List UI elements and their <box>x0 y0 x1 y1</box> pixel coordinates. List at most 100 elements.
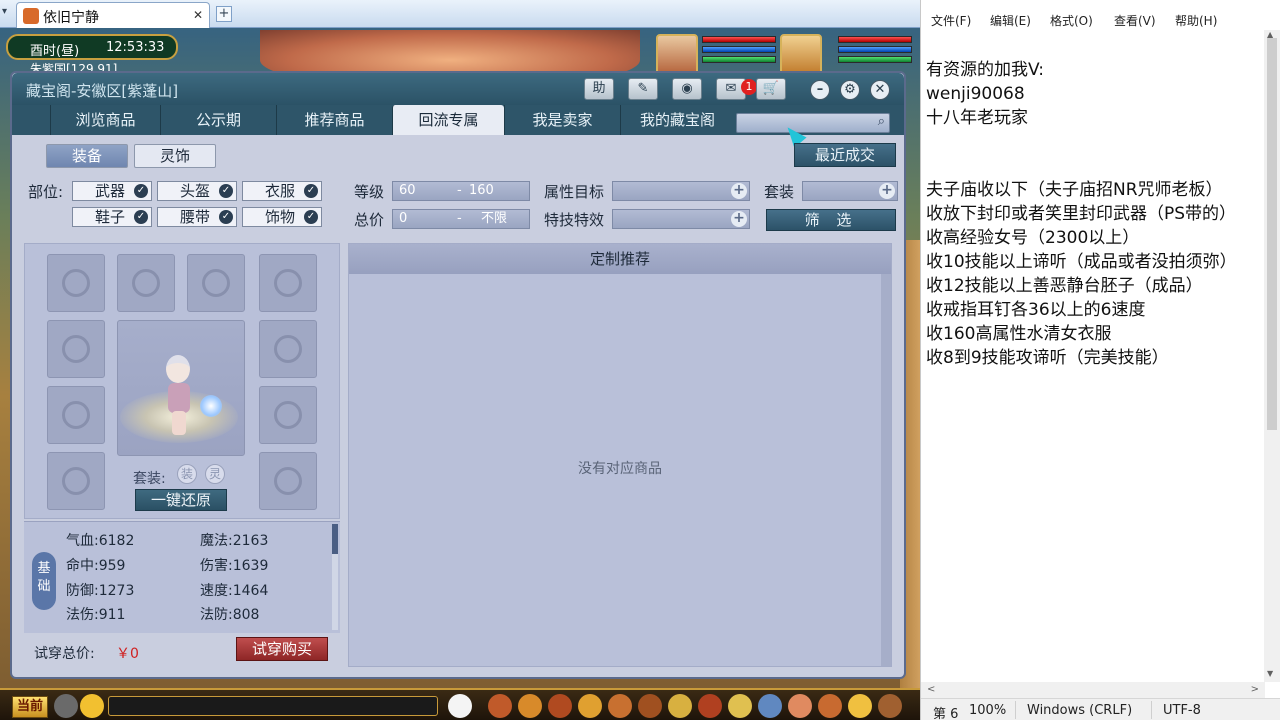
attack-icon[interactable] <box>488 694 512 718</box>
chat-input[interactable] <box>108 696 438 716</box>
pet-status-bars <box>702 36 776 66</box>
filter-button[interactable]: 筛 选 <box>766 209 896 231</box>
slot-shoes-checkbox[interactable]: 鞋子 ✓ <box>72 207 152 227</box>
settings-icon[interactable]: ⚙ <box>840 80 860 100</box>
friends-icon[interactable] <box>758 694 782 718</box>
equip-slot[interactable] <box>259 386 317 444</box>
results-scrollbar[interactable] <box>881 274 891 666</box>
add-icon[interactable]: + <box>731 211 747 227</box>
menu-help[interactable]: 帮助(H) <box>1175 12 1217 29</box>
cart-icon[interactable]: 🛒 <box>756 78 786 100</box>
reset-button[interactable]: 一键还原 <box>135 489 227 511</box>
tab-public[interactable]: 公示期 <box>160 105 276 135</box>
chat-channel-button[interactable]: 当前 <box>12 696 48 718</box>
results-header: 定制推荐 <box>349 244 891 274</box>
subtab-equipment[interactable]: 装备 <box>46 144 128 168</box>
try-buy-button[interactable]: 试穿购买 <box>236 637 328 661</box>
slot-accessory-label: 饰物 <box>265 208 296 226</box>
tab-return-exclusive[interactable]: 回流专属 <box>392 105 504 135</box>
pen-icon[interactable]: ✎ <box>628 78 658 100</box>
equip-slot[interactable] <box>117 254 175 312</box>
close-tab-icon[interactable]: ✕ <box>193 8 203 22</box>
minimize-icon[interactable]: – <box>810 80 830 100</box>
smile-icon[interactable] <box>848 694 872 718</box>
microphone-icon[interactable] <box>54 694 78 718</box>
recent-deals-button[interactable]: 最近成交 <box>794 143 896 167</box>
player-portrait[interactable] <box>780 34 822 76</box>
new-tab-button[interactable]: + <box>216 6 232 22</box>
give-icon[interactable] <box>548 694 572 718</box>
slot-belt-label: 腰带 <box>180 208 211 226</box>
slot-armor-checkbox[interactable]: 衣服 ✓ <box>242 181 322 201</box>
slot-placeholder-icon <box>274 401 302 429</box>
price-range-field[interactable]: 0 - 不限 <box>392 209 530 229</box>
equip-slot[interactable] <box>259 320 317 378</box>
slot-accessory-checkbox[interactable]: 饰物 ✓ <box>242 207 322 227</box>
emoji-icon[interactable] <box>80 694 104 718</box>
slot-armor-label: 衣服 <box>265 182 296 200</box>
close-icon[interactable]: ✕ <box>870 80 890 100</box>
tab-my-pavilion[interactable]: 我的藏宝阁 <box>620 105 734 135</box>
game-window: ▾ 依旧宁静 ✕ + 酉时(昼) 12:53:33 朱紫国[129,91] 藏宝… <box>0 0 920 720</box>
level-range-field[interactable]: 60 - 160 <box>392 181 530 201</box>
set-chip-equip[interactable]: 装 <box>177 464 197 484</box>
skill-icon[interactable] <box>728 694 752 718</box>
equip-slot[interactable] <box>259 254 317 312</box>
horizontal-scrollbar[interactable]: < > <box>921 682 1265 698</box>
system-icon[interactable] <box>878 694 902 718</box>
menu-format[interactable]: 格式(O) <box>1050 12 1093 29</box>
notepad-text-area[interactable]: 有资源的加我V: wenji90068 十八年老玩家 夫子庙收以下（夫子庙招NR… <box>926 58 1256 370</box>
scroll-left-icon[interactable]: < <box>927 684 935 695</box>
equip-slot[interactable] <box>47 254 105 312</box>
help-button[interactable]: 助 <box>584 78 614 100</box>
stats-tab-basic[interactable]: 基础 <box>32 552 56 610</box>
stats-scrollbar[interactable] <box>332 524 338 630</box>
slot-weapon-checkbox[interactable]: 武器 ✓ <box>72 181 152 201</box>
pet-list-icon[interactable] <box>638 694 662 718</box>
record-icon[interactable]: ◉ <box>672 78 702 100</box>
trade-icon[interactable] <box>578 694 602 718</box>
equip-slot[interactable] <box>47 452 105 510</box>
mall-icon[interactable] <box>788 694 812 718</box>
equip-slot[interactable] <box>47 386 105 444</box>
scroll-down-icon[interactable]: ▼ <box>1267 669 1273 678</box>
range-separator: - <box>457 183 462 198</box>
equip-slot[interactable] <box>47 320 105 378</box>
team-icon[interactable] <box>608 694 632 718</box>
equip-slot[interactable] <box>259 452 317 510</box>
search-input[interactable]: ⌕ <box>736 113 890 133</box>
attr-target-field[interactable]: + <box>612 181 750 201</box>
menu-edit[interactable]: 编辑(E) <box>990 12 1031 29</box>
quest-icon[interactable] <box>668 694 692 718</box>
item-bag-icon[interactable] <box>518 694 542 718</box>
scrollbar-thumb[interactable] <box>1267 38 1277 430</box>
slot-helmet-checkbox[interactable]: 头盔 ✓ <box>157 181 237 201</box>
search-icon[interactable]: ⌕ <box>878 114 885 129</box>
browser-tab[interactable]: 依旧宁静 ✕ <box>16 2 210 28</box>
tab-recommend[interactable]: 推荐商品 <box>276 105 392 135</box>
tab-menu-arrow-icon[interactable]: ▾ <box>2 6 14 20</box>
stat-magic-damage: 法伤:911 <box>66 607 126 623</box>
add-icon[interactable]: + <box>879 183 895 199</box>
scroll-right-icon[interactable]: > <box>1251 684 1259 695</box>
equip-slot[interactable] <box>187 254 245 312</box>
vertical-scrollbar[interactable]: ▲ ▼ <box>1264 30 1280 682</box>
skill-effect-field[interactable]: + <box>612 209 750 229</box>
pet-icon[interactable] <box>448 694 472 718</box>
stat-label: 伤害 <box>200 558 228 574</box>
subtab-ornament[interactable]: 灵饰 <box>134 144 216 168</box>
menu-file[interactable]: 文件(F) <box>931 12 971 29</box>
character-avatar <box>117 320 245 456</box>
set-filter-field[interactable]: + <box>802 181 898 201</box>
text-line: 夫子庙收以下（夫子庙招NR咒师老板） <box>926 180 1223 200</box>
menu-view[interactable]: 查看(V) <box>1114 12 1156 29</box>
tab-seller[interactable]: 我是卖家 <box>504 105 620 135</box>
add-icon[interactable]: + <box>731 183 747 199</box>
scrollbar-thumb[interactable] <box>332 524 338 554</box>
pet-portrait[interactable] <box>656 34 698 76</box>
tab-browse[interactable]: 浏览商品 <box>50 105 160 135</box>
gang-icon[interactable] <box>698 694 722 718</box>
activity-icon[interactable] <box>818 694 842 718</box>
set-chip-ornament[interactable]: 灵 <box>205 464 225 484</box>
slot-belt-checkbox[interactable]: 腰带 ✓ <box>157 207 237 227</box>
